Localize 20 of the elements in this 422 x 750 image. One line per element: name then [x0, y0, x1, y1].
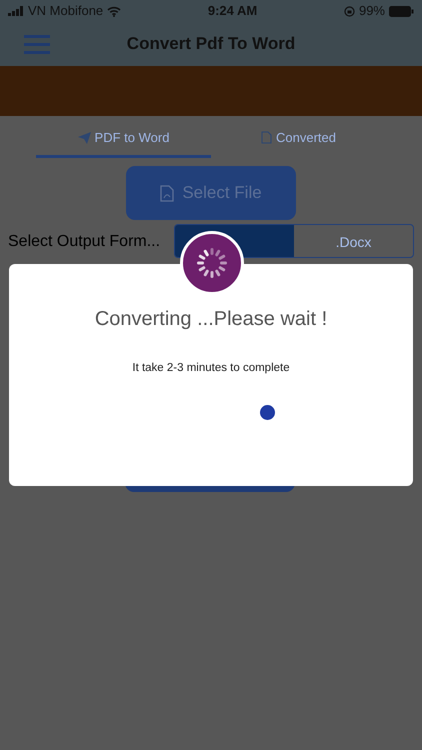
signal-icon	[8, 6, 24, 16]
menu-button[interactable]	[24, 32, 50, 56]
progress-dot	[260, 405, 275, 420]
paper-plane-icon	[78, 132, 91, 144]
format-option[interactable]: .Docx	[294, 225, 413, 257]
output-format-label: Select Output Form...	[8, 232, 160, 252]
dialog-message: It take 2-3 minutes to complete	[131, 361, 291, 376]
tab[interactable]: Converted	[211, 116, 386, 158]
dialog-title: Converting ...Please wait !	[94, 307, 328, 332]
pdf-file-icon	[160, 184, 174, 202]
rotation-lock-icon	[344, 6, 355, 16]
carrier-name: VN Mobifone	[28, 2, 104, 20]
battery-percent: 99%	[358, 2, 385, 20]
document-icon	[261, 131, 272, 144]
app-title: Convert Pdf To Word	[126, 33, 296, 56]
clock-time: 9:24 AM	[208, 2, 258, 20]
wifi-icon	[107, 6, 122, 16]
battery-icon	[389, 6, 414, 16]
tab[interactable]: PDF to Word	[36, 116, 211, 158]
select-file-button[interactable]: Select File	[126, 166, 296, 220]
